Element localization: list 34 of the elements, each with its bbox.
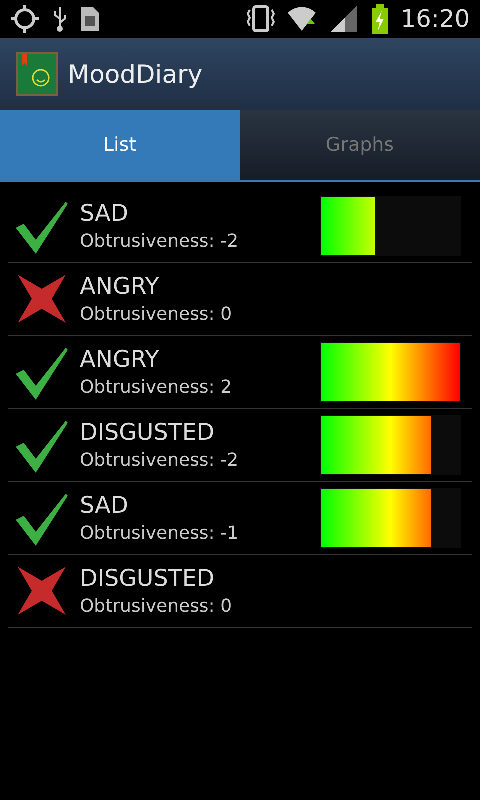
battery-icon (370, 4, 389, 34)
mood-entry[interactable]: SAD Obtrusiveness: -1 (8, 482, 472, 555)
usb-icon (52, 5, 68, 33)
check-icon (16, 202, 68, 254)
mood-name: DISGUSTED (80, 420, 216, 446)
mood-name: ANGRY (80, 274, 160, 300)
app-logo-icon (16, 52, 58, 96)
cross-icon (18, 275, 66, 323)
mood-entry[interactable]: DISGUSTED Obtrusiveness: 0 (8, 555, 472, 628)
gps-icon (10, 4, 40, 34)
check-icon (16, 494, 68, 546)
app-title: MoodDiary (68, 60, 203, 88)
obtrusiveness-text: Obtrusiveness: -2 (80, 450, 240, 470)
status-time: 16:20 (400, 5, 470, 33)
mood-name: ANGRY (80, 346, 160, 372)
sim-card-icon (80, 6, 100, 32)
check-icon (16, 421, 68, 473)
mood-entry[interactable]: ANGRY Obtrusiveness: 2 (8, 336, 472, 409)
cross-icon (18, 567, 66, 615)
mood-entry[interactable]: SAD Obtrusiveness: -2 (8, 190, 472, 263)
mood-name: SAD (80, 200, 130, 226)
obtrusiveness-text: Obtrusiveness: 0 (80, 596, 234, 616)
signal-icon (328, 4, 359, 34)
mood-entry[interactable]: ANGRY Obtrusiveness: 0 (8, 263, 472, 336)
obtrusiveness-text: Obtrusiveness: -1 (80, 522, 240, 544)
obtrusiveness-text: Obtrusiveness: -2 (80, 230, 240, 252)
tab[interactable]: List (0, 110, 240, 180)
mood-entry[interactable]: DISGUSTED Obtrusiveness: -2 (8, 409, 472, 482)
check-icon (16, 348, 68, 400)
obtrusiveness-text: Obtrusiveness: 2 (80, 376, 234, 398)
mood-name: SAD (80, 492, 130, 518)
mood-name: DISGUSTED (80, 566, 216, 592)
vibrate-icon (246, 4, 275, 34)
obtrusiveness-text: Obtrusiveness: 0 (80, 304, 234, 324)
